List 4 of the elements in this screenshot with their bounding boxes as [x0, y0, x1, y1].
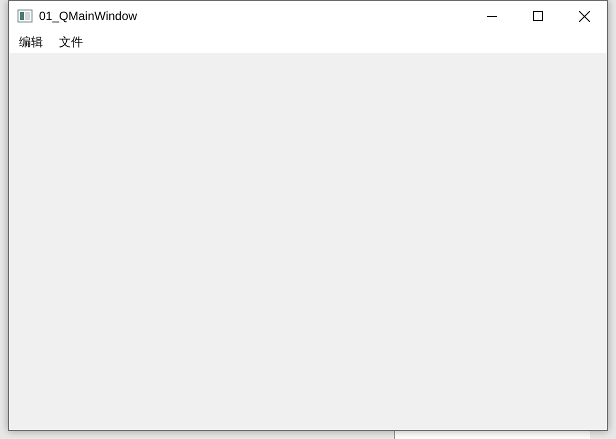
maximize-icon	[533, 11, 543, 21]
close-icon	[578, 10, 590, 22]
window-title: 01_QMainWindow	[39, 9, 138, 23]
app-icon	[17, 8, 33, 24]
